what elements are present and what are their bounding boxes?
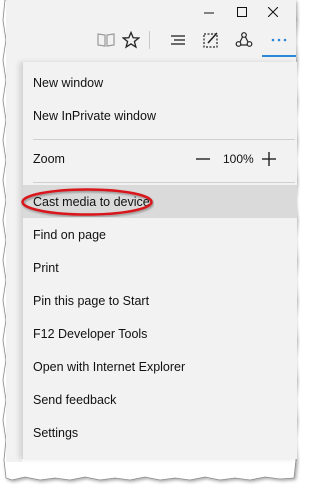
- maximize-icon: [237, 7, 247, 17]
- menu-item-print[interactable]: Print: [23, 251, 297, 284]
- menu-item-zoom: Zoom 100%: [23, 142, 297, 175]
- zoom-value: 100%: [223, 151, 254, 166]
- favorites-button[interactable]: [117, 26, 145, 54]
- menu-item-pin-to-start[interactable]: Pin this page to Start: [23, 284, 297, 317]
- menu-separator: [33, 139, 295, 140]
- menu-item-label: F12 Developer Tools: [33, 326, 148, 341]
- zoom-in-button[interactable]: [261, 142, 277, 175]
- menu-item-label: New window: [33, 75, 104, 90]
- menu-item-find-on-page[interactable]: Find on page: [23, 218, 297, 251]
- reading-view-button[interactable]: [92, 26, 120, 54]
- menu-item-label: Send feedback: [33, 392, 117, 407]
- zoom-label: Zoom: [33, 151, 65, 166]
- menu-item-new-window[interactable]: New window: [23, 66, 297, 99]
- menu-item-label: Find on page: [33, 227, 106, 242]
- hub-icon: [171, 35, 185, 45]
- menu-item-label: New InPrivate window: [33, 108, 156, 123]
- zoom-out-button[interactable]: [195, 142, 211, 175]
- menu-item-f12-developer-tools[interactable]: F12 Developer Tools: [23, 317, 297, 350]
- web-note-button[interactable]: [197, 26, 225, 54]
- menu-item-label: Print: [33, 260, 59, 275]
- minimize-icon: [204, 12, 214, 14]
- close-window-button[interactable]: [250, 0, 296, 24]
- hub-button[interactable]: [164, 26, 192, 54]
- more-actions-icon: [271, 38, 287, 42]
- menu-item-send-feedback[interactable]: Send feedback: [23, 383, 297, 416]
- menu-item-label: Settings: [33, 425, 79, 440]
- share-icon: [235, 32, 253, 47]
- annotation-ellipse: [21, 188, 153, 216]
- menu-separator: [33, 182, 295, 183]
- web-note-icon: [203, 32, 218, 48]
- reading-view-icon: [97, 33, 115, 47]
- close-icon: [268, 7, 278, 17]
- menu-item-new-inprivate-window[interactable]: New InPrivate window: [23, 99, 297, 132]
- menu-item-open-with-ie[interactable]: Open with Internet Explorer: [23, 350, 297, 383]
- zoom-value-wrap: 100%: [223, 142, 254, 175]
- toolbar-separator: [149, 31, 150, 49]
- page-content-edge: [6, 62, 22, 462]
- plus-icon: [262, 151, 276, 166]
- favorites-star-icon: [122, 31, 140, 49]
- more-actions-button[interactable]: [265, 26, 293, 54]
- menu-item-settings[interactable]: Settings: [23, 416, 297, 449]
- more-actions-active-indicator: [262, 55, 296, 57]
- more-actions-menu: New window New InPrivate window Zoom 100…: [22, 62, 297, 459]
- menu-item-label: Open with Internet Explorer: [33, 359, 186, 374]
- minus-icon: [196, 157, 210, 160]
- share-button[interactable]: [230, 26, 258, 54]
- menu-item-label: Pin this page to Start: [33, 293, 150, 308]
